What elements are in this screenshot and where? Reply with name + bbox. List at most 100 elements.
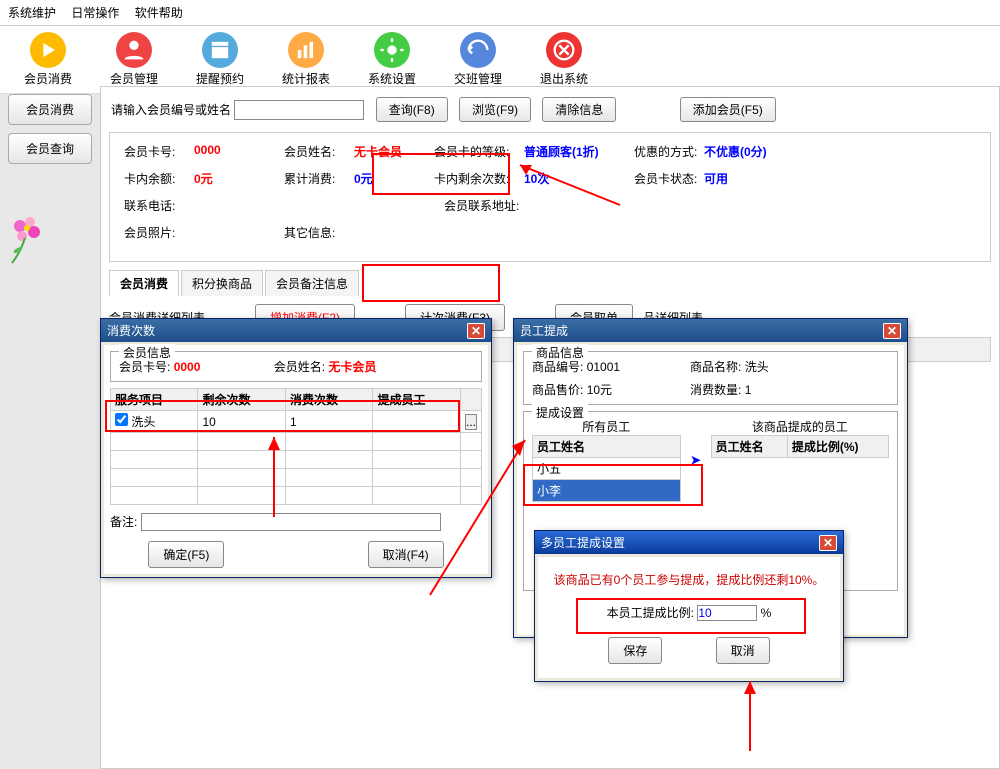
member-level: 普通顾客(1折) (524, 143, 634, 160)
tb-consume[interactable]: 会员消费 (20, 32, 76, 87)
remain-label: 卡内剩余次数: (434, 170, 524, 187)
price-lbl: 商品售价: (532, 383, 583, 397)
emp-row[interactable]: 小五 (533, 458, 681, 480)
discount-value: 不优惠(0分) (704, 143, 767, 160)
price-val: 10元 (587, 381, 687, 398)
balance: 0元 (194, 170, 284, 187)
tabs: 会员消费 积分换商品 会员备注信息 (109, 270, 991, 296)
menu-daily[interactable]: 日常操作 (71, 6, 119, 20)
dialog-consume-count: 消费次数 ✕ 会员信息 会员卡号: 0000 会员姓名: 无卡会员 服务项目剩余次… (100, 318, 492, 578)
th-empname: 员工姓名 (533, 436, 681, 458)
close-icon[interactable]: ✕ (883, 323, 901, 339)
toolbar: 会员消费 会员管理 提醒预约 统计报表 系统设置 交班管理 退出系统 (0, 26, 1000, 94)
dlg3-title: 多员工提成设置 (541, 534, 625, 551)
member-name: 无卡会员 (354, 143, 434, 160)
close-icon[interactable]: ✕ (819, 535, 837, 551)
search-label: 请输入会员编号或姓名 (111, 103, 231, 117)
prod-name: 洗头 (745, 360, 769, 374)
dlg1-cardno: 0000 (174, 360, 201, 374)
th-consume: 消费次数 (285, 389, 372, 411)
query-button[interactable]: 查询(F8) (376, 97, 448, 122)
service-consume[interactable]: 1 (285, 411, 372, 433)
more-button[interactable]: ... (465, 414, 477, 430)
card-no: 0000 (194, 143, 284, 160)
assigned-emp-label: 该商品提成的员工 (711, 418, 889, 435)
balance-label: 卡内余额: (124, 170, 194, 187)
tb-shift[interactable]: 交班管理 (450, 32, 506, 87)
th-emp: 提成员工 (373, 389, 461, 411)
clear-button[interactable]: 清除信息 (542, 97, 616, 122)
th-remain: 剩余次数 (198, 389, 285, 411)
arrow-right-icon[interactable]: ➤ (691, 418, 701, 502)
status-label: 会员卡状态: (634, 170, 704, 187)
browse-button[interactable]: 浏览(F9) (459, 97, 531, 122)
th-ratio: 提成比例(%) (787, 436, 888, 458)
other-label: 其它信息: (284, 224, 354, 241)
card-no-label: 会员卡号: (124, 143, 194, 160)
phone-label: 联系电话: (124, 197, 194, 214)
left-panel: 会员消费 会员查询 (0, 86, 100, 172)
th-service: 服务项目 (111, 389, 198, 411)
service-table: 服务项目剩余次数消费次数提成员工 洗头 10 1 ... (110, 388, 482, 505)
tab-consume[interactable]: 会员消费 (109, 270, 179, 296)
assigned-emp-table: 员工姓名提成比例(%) (711, 435, 889, 458)
table-row[interactable]: 洗头 10 1 ... (111, 411, 482, 433)
dlg1-ok-button[interactable]: 确定(F5) (148, 541, 224, 568)
dialog-multi-commission: 多员工提成设置 ✕ 该商品已有0个员工参与提成，提成比例还剩10%。 本员工提成比… (534, 530, 844, 682)
dlg1-name-lbl: 会员姓名: (274, 360, 325, 374)
member-info-box: 会员卡号:0000 会员姓名:无卡会员 会员卡的等级:普通顾客(1折) 优惠的方… (109, 132, 991, 262)
search-input[interactable] (234, 100, 364, 120)
emp-row[interactable]: 小李 (533, 480, 681, 502)
tb-exit[interactable]: 退出系统 (536, 32, 592, 87)
all-emp-table: 员工姓名 小五 小李 (532, 435, 681, 502)
addr-label: 会员联系地址: (444, 197, 544, 214)
member-info-legend: 会员信息 (119, 344, 175, 361)
tb-stats[interactable]: 统计报表 (278, 32, 334, 87)
service-remain: 10 (198, 411, 285, 433)
dlg1-cancel-button[interactable]: 取消(F4) (368, 541, 444, 568)
pct-label: % (761, 606, 772, 620)
tb-settings[interactable]: 系统设置 (364, 32, 420, 87)
dlg3-cancel-button[interactable]: 取消 (716, 637, 770, 664)
th-empname2: 员工姓名 (711, 436, 787, 458)
menubar: 系统维护 日常操作 软件帮助 (0, 0, 1000, 26)
dlg1-cardno-lbl: 会员卡号: (119, 360, 170, 374)
prod-no: 01001 (587, 360, 687, 374)
close-icon[interactable]: ✕ (467, 323, 485, 339)
tab-exchange[interactable]: 积分换商品 (181, 270, 263, 296)
dlg1-title: 消费次数 (107, 322, 155, 339)
menu-system[interactable]: 系统维护 (8, 6, 56, 20)
menu-help[interactable]: 软件帮助 (135, 6, 183, 20)
photo-label: 会员照片: (124, 224, 194, 241)
prod-no-lbl: 商品编号: (532, 360, 583, 374)
qty-lbl: 消费数量: (690, 383, 741, 397)
commission-legend: 提成设置 (532, 404, 588, 421)
card-status: 可用 (704, 170, 728, 187)
dlg3-info: 该商品已有0个员工参与提成，提成比例还剩10%。 (548, 571, 830, 588)
prod-name-lbl: 商品名称: (690, 360, 741, 374)
tab-remark[interactable]: 会员备注信息 (265, 270, 359, 296)
left-query[interactable]: 会员查询 (8, 133, 92, 164)
flower-decoration (0, 208, 50, 268)
service-checkbox[interactable] (115, 413, 128, 426)
name-label: 会员姓名: (284, 143, 354, 160)
total-label: 累计消费: (284, 170, 354, 187)
dlg2-title: 员工提成 (520, 322, 568, 339)
remark-label: 备注: (110, 515, 137, 529)
total-consume: 0元 (354, 170, 434, 187)
qty-val: 1 (745, 383, 752, 397)
service-name: 洗头 (131, 415, 155, 429)
add-member-button[interactable]: 添加会员(F5) (680, 97, 776, 122)
tb-remind[interactable]: 提醒预约 (192, 32, 248, 87)
remark-input[interactable] (141, 513, 441, 531)
save-button[interactable]: 保存 (608, 637, 662, 664)
left-consume[interactable]: 会员消费 (8, 94, 92, 125)
discount-label: 优惠的方式: (634, 143, 704, 160)
level-label: 会员卡的等级: (434, 143, 524, 160)
ratio-input[interactable] (697, 605, 757, 621)
tb-member[interactable]: 会员管理 (106, 32, 162, 87)
ratio-label: 本员工提成比例: (607, 606, 694, 620)
dlg1-name: 无卡会员 (328, 360, 376, 374)
remain-count: 10次 (524, 170, 634, 187)
prod-info-legend: 商品信息 (532, 344, 588, 361)
